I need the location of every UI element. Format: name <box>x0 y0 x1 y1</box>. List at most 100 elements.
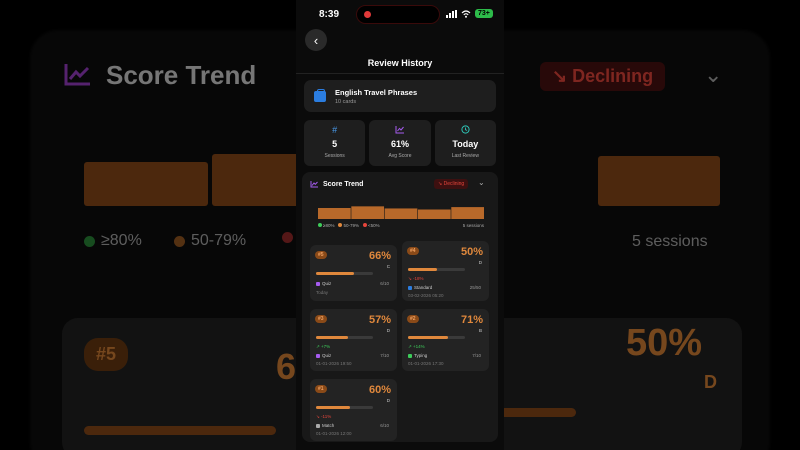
stat-value: Today <box>452 139 479 149</box>
stat-label: Sessions <box>324 153 345 159</box>
battery-badge: 73+ <box>475 9 493 18</box>
deck-card-count: 10 cards <box>335 98 357 105</box>
page-title: Review History <box>367 58 433 68</box>
stat-avg-score: 61% Avg Score <box>369 120 431 166</box>
hash-icon: # <box>332 125 338 135</box>
stat-sessions: # 5 Sessions <box>304 120 366 166</box>
typing-icon <box>408 353 412 358</box>
session-score: 7/10 <box>472 353 481 358</box>
phone-screen: 8:39 73+ ‹ Review History English Travel… <box>296 0 504 450</box>
session-card[interactable]: #4 50% D ↘ -18% Standard 25/50 03-02-202… <box>402 241 489 301</box>
session-score: 7/10 <box>380 353 389 358</box>
quiz-icon <box>316 353 320 358</box>
session-delta: ↗ +7% <box>316 344 331 349</box>
session-score: 6/10 <box>380 423 389 428</box>
score-bar-chart-svg <box>318 206 484 219</box>
session-percent: 66% <box>368 250 391 262</box>
score-trend-title: Score Trend <box>323 180 364 188</box>
session-grade: C <box>386 264 390 269</box>
score-bar-3 <box>384 208 418 219</box>
stat-label: Avg Score <box>388 153 412 159</box>
session-progress-fill <box>316 272 354 275</box>
session-delta: ↘ -18% <box>408 276 424 281</box>
session-date: 01-01-2026 19:50 <box>316 361 352 366</box>
session-percent: 50% <box>460 246 483 258</box>
score-bar-2 <box>351 206 385 219</box>
session-score: 6/10 <box>380 281 389 286</box>
status-icons: 73+ <box>446 9 493 18</box>
session-progress <box>408 268 465 271</box>
session-mode: Match <box>316 423 334 428</box>
session-card[interactable]: #3 57% D ↗ +7% Quiz 7/10 01-01-2026 19:5… <box>310 309 397 371</box>
session-date: 03-02-2026 05:20 <box>408 293 444 298</box>
status-bar: 8:39 73+ <box>296 0 504 28</box>
stats-row: # 5 Sessions 61% Avg Score Today Last Re… <box>304 120 496 166</box>
briefcase-icon <box>314 88 326 102</box>
legend-item-mid: 50-79% <box>338 223 359 228</box>
declining-badge: ↘ Declining <box>434 179 469 189</box>
trend-up-icon <box>310 181 318 188</box>
stat-label: Last Review <box>451 153 479 159</box>
session-mode: Quiz <box>316 281 331 286</box>
session-progress-fill <box>408 336 449 339</box>
session-score: 25/50 <box>469 285 481 290</box>
session-progress-fill <box>316 336 349 339</box>
stat-value: 61% <box>390 139 409 149</box>
session-progress <box>408 336 465 339</box>
trend-up-icon <box>369 125 430 136</box>
sessions-count: 5 sessions <box>462 223 484 228</box>
score-bar-5 <box>451 207 484 219</box>
session-number: #1 <box>315 385 327 393</box>
session-mode: Typing <box>408 353 427 358</box>
session-card[interactable]: #5 66% C Quiz 6/10 Today <box>310 245 397 301</box>
nav-bar: ‹ Review History <box>296 28 504 74</box>
session-mode: Quiz <box>316 353 331 358</box>
score-bar-4 <box>417 209 451 219</box>
score-trend-header[interactable]: Score Trend <box>310 180 363 188</box>
match-icon <box>316 423 320 428</box>
session-number: #5 <box>315 251 327 259</box>
session-progress <box>316 406 373 409</box>
score-bar-1 <box>318 208 351 219</box>
session-grade: D <box>386 398 390 403</box>
standard-icon <box>408 285 412 290</box>
deck-name: English Travel Phrases <box>335 87 418 97</box>
stat-last-review: Today Last Review <box>434 120 496 166</box>
session-mode: Standard <box>408 285 432 290</box>
clock-icon <box>435 125 496 136</box>
session-grade: B <box>478 328 482 333</box>
chart-legend: ≥80% 50-79% <50% 5 sessions <box>318 223 484 228</box>
session-progress <box>316 272 373 275</box>
session-delta: ↘ -11% <box>316 414 332 419</box>
session-number: #2 <box>407 315 419 323</box>
chevron-down-icon[interactable]: ⌄ <box>478 178 485 187</box>
recording-dot-icon <box>364 11 371 18</box>
score-trend-section: Score Trend ↘ Declining ⌄ ≥80% 50-79% <5… <box>302 172 498 442</box>
deck-header: English Travel Phrases 10 cards <box>304 80 496 112</box>
signal-icon <box>446 9 457 18</box>
session-progress-fill <box>316 406 351 409</box>
session-grade: D <box>386 328 390 333</box>
session-date: 01-01-2026 12:00 <box>316 431 352 436</box>
legend-item-low: <50% <box>363 223 380 228</box>
chevron-left-icon: ‹ <box>313 32 319 48</box>
session-card[interactable]: #2 71% B ↗ +14% Typing 7/10 01-01-2026 1… <box>402 309 489 371</box>
session-number: #3 <box>315 315 327 323</box>
session-progress-fill <box>408 268 437 271</box>
wifi-icon <box>461 9 471 18</box>
session-percent: 71% <box>460 314 483 326</box>
stat-value: 5 <box>332 139 338 149</box>
dynamic-island <box>356 5 440 24</box>
session-delta: ↗ +14% <box>408 344 425 349</box>
session-progress <box>316 336 373 339</box>
back-button[interactable]: ‹ <box>305 29 327 51</box>
session-date: 01-01-2026 17:30 <box>408 361 444 366</box>
session-card[interactable]: #1 60% D ↘ -11% Match 6/10 01-01-2026 12… <box>310 379 397 441</box>
session-percent: 57% <box>368 314 391 326</box>
legend-item-high: ≥80% <box>318 223 334 228</box>
session-date: Today <box>316 290 329 295</box>
status-time: 8:39 <box>319 9 340 20</box>
session-percent: 60% <box>368 384 391 396</box>
session-grade: D <box>478 260 482 265</box>
session-number: #4 <box>407 247 419 255</box>
